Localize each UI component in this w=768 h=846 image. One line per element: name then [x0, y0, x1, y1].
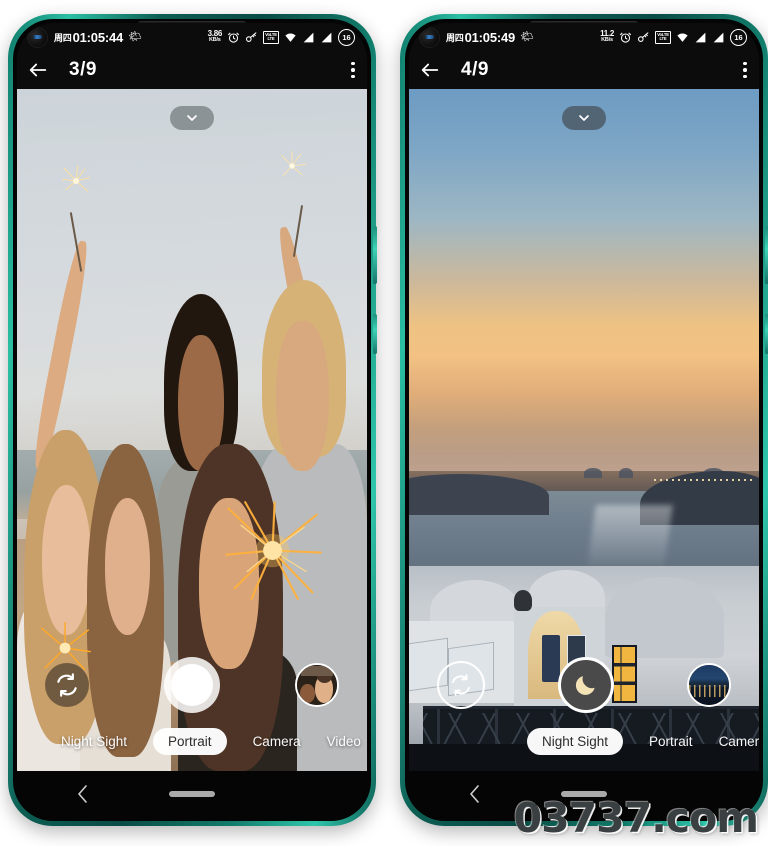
wifi-icon-right [677, 32, 688, 42]
flip-camera-icon-right [452, 674, 470, 696]
page-counter-left: 3/9 [69, 59, 97, 80]
sparkler-icon-1 [61, 165, 91, 192]
nav-back-icon-left[interactable] [77, 785, 89, 803]
last-photo-thumbnail-right[interactable] [687, 663, 731, 707]
signal-icon-2-right [713, 32, 724, 42]
front-camera-punch-hole-left [27, 26, 48, 48]
phone-screen-right: 周四 01:05:49 🌤 11.2 KB/s VoLTE LTE 16 4/9… [409, 23, 759, 817]
phone-device-left: 周四 01:05:44 🌤 3.86 KB/s VoLTE LTE 16 3/9… [8, 14, 377, 826]
sparkler-icon-2 [281, 151, 307, 177]
battery-indicator-right: 16 [730, 28, 747, 46]
status-clock-right: 周四 01:05:49 [446, 30, 515, 45]
volte-icon-right: VoLTE LTE [655, 30, 671, 44]
shutter-inner-left [171, 664, 213, 706]
status-clock-left: 周四 01:05:44 [54, 30, 123, 45]
network-speed-unit-right: KB/s [601, 37, 613, 44]
expand-viewfinder-button-right[interactable] [562, 106, 606, 130]
last-photo-thumbnail-left[interactable] [295, 663, 339, 707]
phone-screen-left: 周四 01:05:44 🌤 3.86 KB/s VoLTE LTE 16 3/9… [17, 23, 367, 817]
shutter-button-left[interactable] [164, 657, 220, 713]
camera-viewfinder-left[interactable]: Night Sight Portrait Camera Video [17, 89, 367, 771]
key-icon-left [245, 31, 257, 42]
signal-icon-1-left [303, 32, 314, 42]
mode-camera-left[interactable]: Camera [253, 734, 301, 749]
front-camera-punch-hole-right [419, 26, 440, 48]
kebab-menu-icon-left[interactable] [351, 61, 355, 79]
volume-button-left[interactable] [373, 314, 377, 354]
network-speed-right: 11.2 KB/s [600, 30, 614, 44]
battery-level-right: 16 [734, 32, 743, 42]
alarm-icon-left [228, 32, 239, 43]
screenshot-stage: 周四 01:05:44 🌤 3.86 KB/s VoLTE LTE 16 3/9… [0, 0, 768, 846]
app-bar-left: 3/9 [17, 51, 367, 89]
status-icons-left: 3.86 KB/s VoLTE LTE 16 [208, 28, 355, 46]
camera-mode-selector-left[interactable]: Night Sight Portrait Camera Video [17, 728, 367, 755]
mode-night-sight-left[interactable]: Night Sight [61, 734, 127, 749]
flip-camera-button-left[interactable] [45, 663, 89, 707]
nav-home-indicator-left[interactable] [169, 791, 215, 797]
signal-icon-1-right [695, 32, 706, 42]
flip-camera-icon-left [57, 673, 77, 697]
sparkler-icon-3 [225, 501, 322, 601]
key-icon-right [637, 31, 649, 42]
status-bar-right: 周四 01:05:49 🌤 11.2 KB/s VoLTE LTE 16 [409, 23, 759, 51]
camera-controls-left [17, 657, 367, 713]
expand-viewfinder-button-left[interactable] [170, 106, 214, 130]
back-arrow-icon-right[interactable] [419, 59, 441, 81]
camera-mode-selector-right[interactable]: Night Sight Portrait Camera [409, 728, 759, 755]
night-sight-moon-icon [575, 676, 595, 695]
phone-bezel-left: 周四 01:05:44 🌤 3.86 KB/s VoLTE LTE 16 3/9… [13, 19, 371, 821]
flip-camera-button-right[interactable] [437, 661, 485, 709]
app-bar-right: 4/9 [409, 51, 759, 89]
network-speed-unit-left: KB/s [208, 37, 221, 44]
weather-icon-right: 🌤 [520, 30, 535, 43]
camera-viewfinder-right[interactable]: Night Sight Portrait Camera [409, 89, 759, 771]
phone-device-right: 周四 01:05:49 🌤 11.2 KB/s VoLTE LTE 16 4/9… [400, 14, 768, 826]
alarm-icon-right [620, 32, 631, 43]
site-watermark: 03737.com [513, 794, 759, 842]
navigation-bar-left [17, 771, 367, 817]
mode-night-sight-right[interactable]: Night Sight [527, 728, 624, 755]
mode-portrait-left[interactable]: Portrait [153, 728, 227, 755]
back-arrow-icon-left[interactable] [27, 59, 49, 81]
chevron-down-icon-left [187, 115, 197, 121]
wifi-icon-left [285, 32, 296, 42]
camera-controls-right [409, 657, 759, 713]
nav-back-icon-right[interactable] [469, 785, 481, 803]
status-time-right: 01:05:49 [464, 29, 516, 45]
network-speed-left: 3.86 KB/s [208, 30, 223, 44]
phone-bezel-right: 周四 01:05:49 🌤 11.2 KB/s VoLTE LTE 16 4/9… [405, 19, 763, 821]
status-time-left: 01:05:44 [72, 29, 124, 45]
mode-portrait-right[interactable]: Portrait [649, 734, 693, 749]
chevron-down-icon-right [579, 115, 589, 121]
signal-icon-2-left [321, 32, 332, 42]
mode-video-left[interactable]: Video [327, 734, 361, 749]
power-button-left[interactable] [373, 226, 377, 284]
battery-indicator-left: 16 [338, 28, 355, 46]
status-icons-right: 11.2 KB/s VoLTE LTE 16 [600, 28, 747, 46]
shutter-button-right[interactable] [558, 657, 614, 713]
mode-camera-right[interactable]: Camera [719, 734, 759, 749]
kebab-menu-icon-right[interactable] [743, 61, 747, 79]
status-weekday-left: 周四 [54, 32, 72, 43]
page-counter-right: 4/9 [461, 59, 489, 80]
weather-icon-left: 🌤 [128, 30, 143, 43]
volte-icon-left: VoLTE LTE [263, 30, 279, 44]
status-weekday-right: 周四 [446, 32, 464, 43]
battery-level-left: 16 [342, 32, 351, 42]
status-bar-left: 周四 01:05:44 🌤 3.86 KB/s VoLTE LTE 16 [17, 23, 367, 51]
